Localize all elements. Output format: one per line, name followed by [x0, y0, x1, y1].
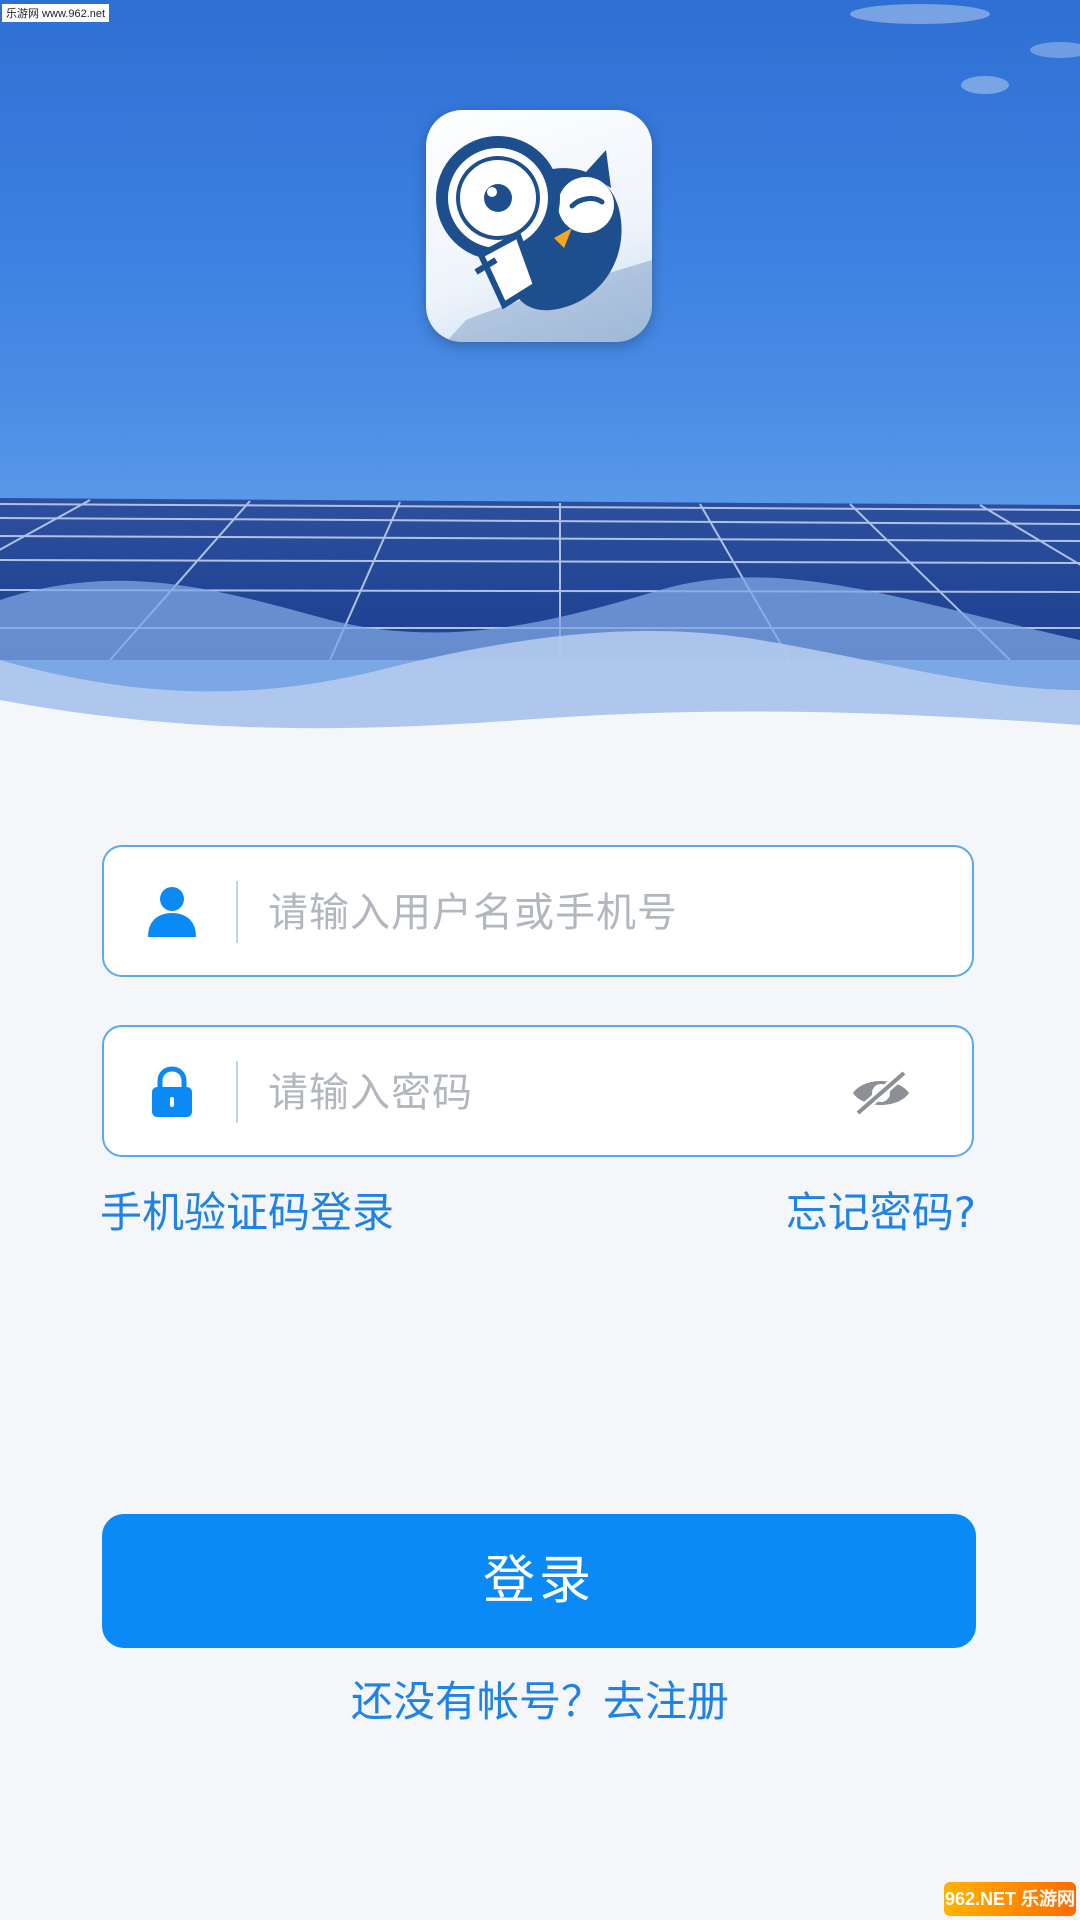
app-logo — [426, 110, 652, 342]
password-field[interactable]: 请输入密码 — [102, 1025, 974, 1157]
field-divider — [236, 1061, 238, 1123]
forgot-password-link[interactable]: 忘记密码? — [786, 1185, 976, 1241]
username-input[interactable]: 请输入用户名或手机号 — [268, 883, 678, 943]
watermark-label: 乐游网 www.962.net — [2, 4, 110, 22]
username-field[interactable]: 请输入用户名或手机号 — [102, 845, 974, 977]
user-icon — [148, 887, 196, 937]
register-link[interactable]: 还没有帐号？去注册 — [0, 1672, 1080, 1732]
field-divider — [236, 881, 238, 943]
eye-off-icon[interactable] — [850, 1067, 912, 1119]
lock-icon — [152, 1066, 192, 1117]
owl-magnifier-logo-icon — [436, 136, 652, 342]
login-button[interactable]: 登录 — [102, 1514, 976, 1648]
password-input[interactable]: 请输入密码 — [268, 1063, 473, 1123]
site-watermark-badge: 962.NET 乐游网 — [944, 1882, 1076, 1916]
hero-banner: 乐游网 www.962.net — [0, 0, 1080, 740]
sms-login-link[interactable]: 手机验证码登录 — [100, 1185, 394, 1241]
